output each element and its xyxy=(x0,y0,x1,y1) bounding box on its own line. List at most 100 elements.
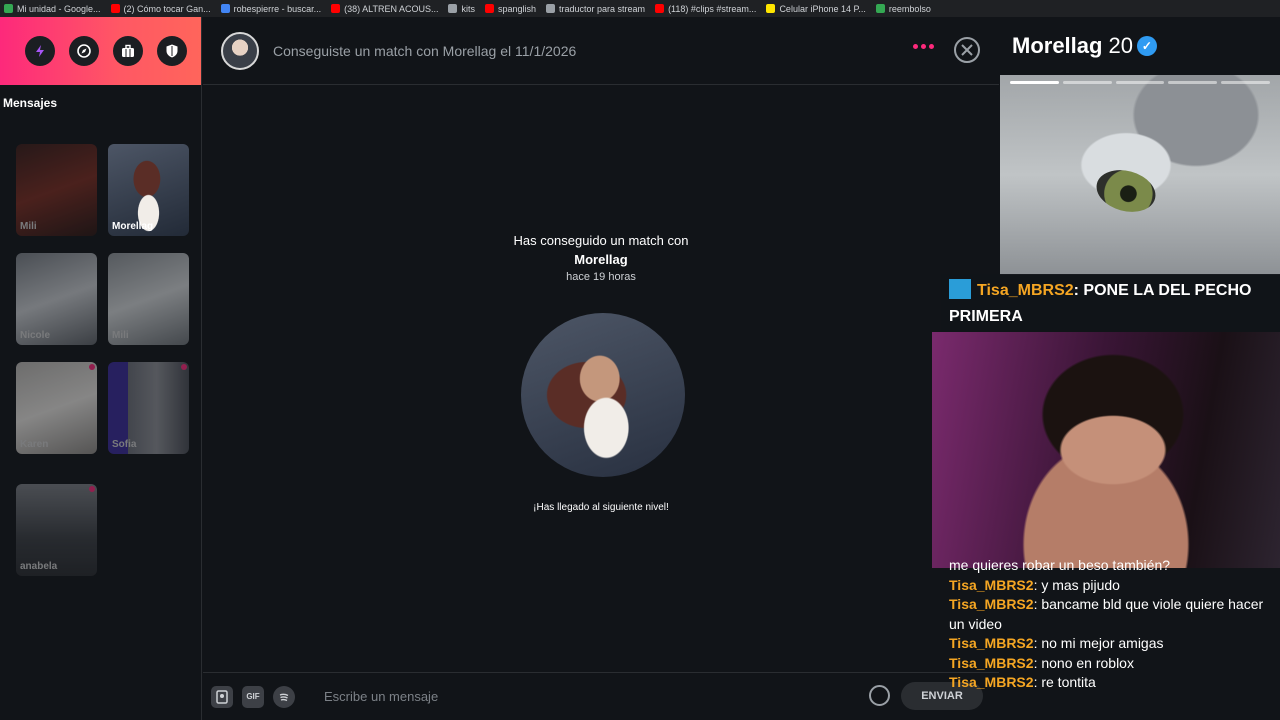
match-name: Mili xyxy=(20,221,37,232)
moderator-badge-icon xyxy=(949,279,971,299)
match-card[interactable]: anabela xyxy=(16,484,97,576)
bookmark-item[interactable]: (38) ALTREN ACOUS... xyxy=(331,4,438,14)
bookmark-item[interactable]: kits xyxy=(448,4,475,14)
chat-header: Conseguiste un match con Morellag el 11/… xyxy=(203,17,999,85)
stream-chat-line: Tisa_MBRS2: no mi mejor amigas xyxy=(949,635,1164,651)
message-composer: GIF ENVIAR xyxy=(203,672,999,720)
bookmark-label: reembolso xyxy=(888,3,931,14)
chat-text: re tontita xyxy=(1041,674,1096,690)
gif-button[interactable]: GIF xyxy=(242,685,264,708)
bookmark-item[interactable]: spanglish xyxy=(484,3,537,14)
stream-chat-line: Tisa_MBRS2: y mas pijudo xyxy=(949,576,1120,593)
match-time: hace 19 horas xyxy=(566,271,636,283)
shield-icon xyxy=(166,44,178,58)
match-card[interactable]: Karen xyxy=(16,362,97,454)
bookmark-favicon-icon xyxy=(110,4,120,13)
match-name: Nicole xyxy=(20,330,51,341)
new-match-dot xyxy=(89,486,95,492)
match-card[interactable]: Mili xyxy=(108,253,189,345)
work-button[interactable] xyxy=(113,36,143,66)
chat-username: Tisa_MBRS2 xyxy=(949,635,1034,651)
stream-chat: me quieres robar un beso también? Tisa_MB… xyxy=(941,556,1280,720)
more-options-icon[interactable] xyxy=(913,44,934,49)
chat-text: nono en roblox xyxy=(1041,654,1134,671)
chat-username: Tisa_MBRS2 xyxy=(977,282,1074,299)
bookmark-favicon-icon xyxy=(4,4,13,13)
bookmark-item[interactable]: (2) Cómo tocar Gan... xyxy=(110,3,211,14)
photo-detail xyxy=(1091,163,1161,219)
profile-photo[interactable] xyxy=(1000,75,1280,275)
bookmark-label: Celular iPhone 14 P... xyxy=(779,3,866,14)
bookmarks-bar: Mi unidad - Google... (2) Cómo tocar Gan.… xyxy=(0,0,1280,17)
match-name: Morellag xyxy=(112,221,154,232)
chat-text: y mas pijudo xyxy=(1041,576,1120,593)
match-name: Karen xyxy=(20,439,49,450)
match-card[interactable]: Nicole xyxy=(16,253,97,345)
match-card-selected[interactable]: Morellag xyxy=(108,144,189,236)
bookmark-item[interactable]: robespierre - buscar... xyxy=(220,4,321,14)
sticker-icon xyxy=(216,689,228,704)
bookmark-label: kits xyxy=(461,3,475,14)
new-match-dot xyxy=(89,364,95,370)
bookmark-item[interactable]: reembolso xyxy=(875,3,931,14)
stream-chat-line: Tisa_MBRS2: bancame bld que viole quiere… xyxy=(949,596,1264,632)
close-chat-button[interactable] xyxy=(954,37,980,63)
bookmark-favicon-icon xyxy=(220,4,230,13)
match-title: Has conseguido un match con Morellag xyxy=(203,231,999,269)
bookmark-item[interactable]: (118) #clips #stream... xyxy=(655,4,756,14)
bookmark-item[interactable]: Celular iPhone 14 P... xyxy=(766,3,866,14)
matches-sidebar: Mensajes Mili Morellag Nicole Mili Karen… xyxy=(0,17,202,720)
streamer-webcam xyxy=(932,332,1280,568)
stream-chat-line: Tisa_MBRS2: re tontita xyxy=(949,674,1096,690)
match-card[interactable]: Sofia xyxy=(108,362,189,454)
match-title-text: Has conseguido un match con xyxy=(513,233,689,248)
stream-chat-line: Tisa_MBRS2: nono en roblox xyxy=(949,654,1134,671)
chat-username: Tisa_MBRS2 xyxy=(949,674,1034,690)
match-profile-photo[interactable] xyxy=(521,313,685,477)
bookmark-label: (118) #clips #stream... xyxy=(668,3,757,14)
bookmark-favicon-icon xyxy=(448,4,458,13)
stream-chat-line: me quieres robar un beso también? xyxy=(949,556,1280,576)
chat-text: no mi mejor amigas xyxy=(1041,635,1164,651)
profile-name: Morellag xyxy=(1012,33,1103,58)
match-name: anabela xyxy=(20,561,58,572)
messages-heading: Mensajes xyxy=(3,96,58,110)
photo-progress xyxy=(1010,81,1270,84)
stream-highlight-message: Tisa_MBRS2: PONE LA DEL PECHO PRIMERA xyxy=(941,274,1280,332)
new-match-dot xyxy=(181,364,187,370)
level-up-text: ¡Has llegado al siguiente nivel! xyxy=(533,502,669,513)
chat-username: Tisa_MBRS2 xyxy=(949,576,1034,593)
verified-badge-icon: ✓ xyxy=(1136,36,1157,56)
match-card[interactable]: Mili xyxy=(16,144,97,236)
briefcase-icon xyxy=(122,44,134,57)
sticker-button[interactable] xyxy=(211,685,233,708)
chat-text: me quieres robar un beso también? xyxy=(949,557,1171,573)
message-input[interactable] xyxy=(324,689,864,704)
match-name: Sofia xyxy=(112,439,137,450)
bookmark-favicon-icon xyxy=(331,4,341,13)
bookmark-favicon-icon xyxy=(766,4,776,13)
compass-icon xyxy=(77,44,91,58)
profile-header: Morellag 20 ✓ xyxy=(999,17,1280,75)
sidebar-header xyxy=(0,17,201,85)
boost-button[interactable] xyxy=(25,36,55,66)
bookmark-item[interactable]: traductor para stream xyxy=(546,4,645,14)
bolt-icon xyxy=(36,45,44,57)
bookmark-label: spanglish xyxy=(497,3,537,14)
bookmark-favicon-icon xyxy=(546,4,556,13)
chat-username: Tisa_MBRS2 xyxy=(949,654,1034,671)
match-name: Mili xyxy=(112,330,129,341)
safety-button[interactable] xyxy=(157,36,187,66)
bookmark-label: Mi unidad - Google... xyxy=(17,3,101,14)
avatar[interactable] xyxy=(221,31,259,70)
bookmark-label: traductor para stream xyxy=(559,3,646,14)
bookmark-label: (2) Cómo tocar Gan... xyxy=(123,3,211,14)
close-icon xyxy=(961,44,973,56)
explore-button[interactable] xyxy=(69,36,99,66)
spotify-icon xyxy=(279,693,289,701)
spotify-button[interactable] xyxy=(273,685,295,708)
chat-panel: Conseguiste un match con Morellag el 11/… xyxy=(203,17,999,720)
bookmark-item[interactable]: Mi unidad - Google... xyxy=(4,4,101,14)
emoji-icon[interactable] xyxy=(869,685,890,706)
profile-age: 20 xyxy=(1108,33,1133,58)
